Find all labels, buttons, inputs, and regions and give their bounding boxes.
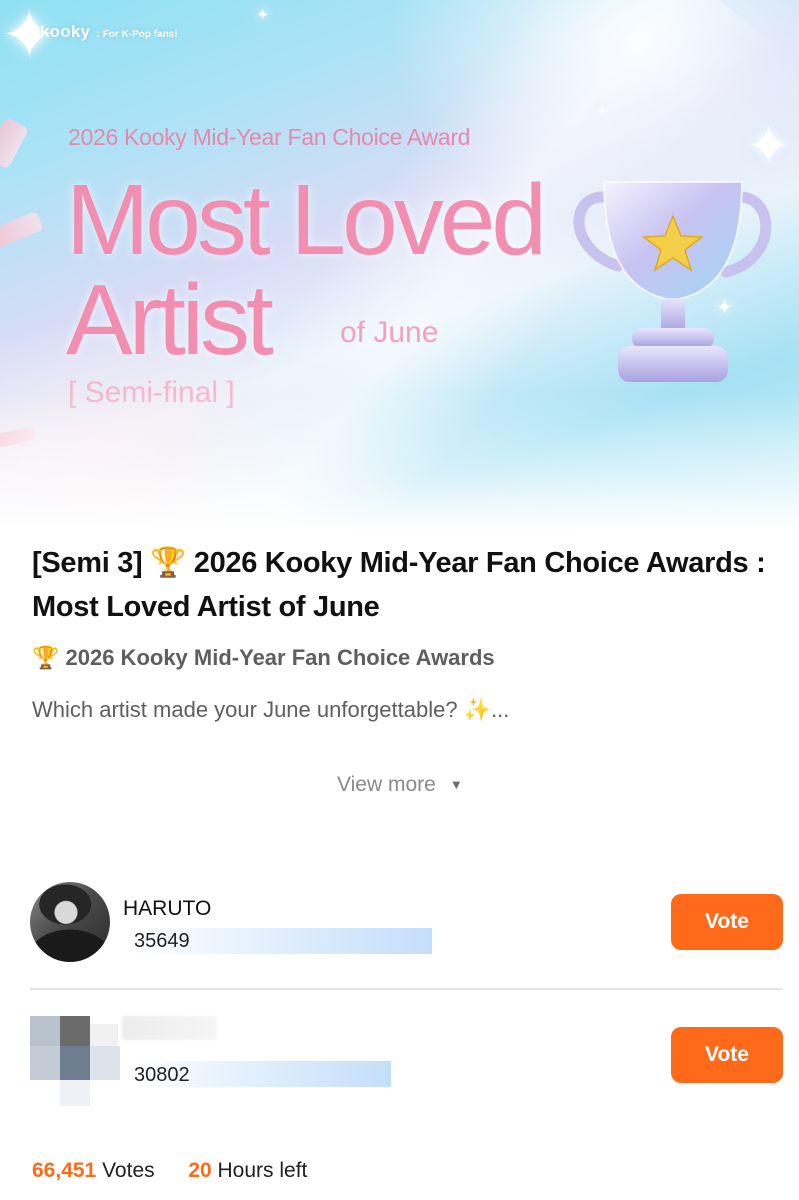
candidate-name (122, 1016, 217, 1040)
confetti-ribbon (0, 210, 44, 250)
trophy-stem (661, 298, 685, 332)
post-title: [Semi 3] 🏆 2026 Kooky Mid-Year Fan Choic… (32, 547, 766, 623)
candidate-row: HARUTO 35649 Vote (30, 878, 785, 978)
brand-tagline: : For K-Pop fans! (96, 29, 178, 40)
sparkle-icon: ✦ (745, 114, 792, 177)
sparkle-icon: ✦ (256, 7, 270, 24)
brand-header: kooky : For K-Pop fans! (40, 22, 178, 42)
caret-down-icon: ▼ (449, 777, 463, 792)
event-banner: ✦ ✦ ✦ ✦ ✦ kooky : For K-Pop fans! 2026 K… (0, 0, 799, 532)
candidate-row: 30802 Vote (30, 1012, 785, 1112)
vote-button[interactable]: Vote (671, 894, 783, 950)
banner-headline-suffix: of June (340, 316, 439, 349)
banner-stage-label: [ Semi-final ] (68, 376, 235, 409)
candidate-divider (30, 988, 782, 990)
time-left: 20 (188, 1159, 212, 1182)
brand-logo: kooky (40, 22, 91, 41)
time-left-label: Hours left (217, 1159, 308, 1182)
sparkle-icon: ✦ (596, 103, 608, 119)
event-name: 🏆 2026 Kooky Mid-Year Fan Choice Awards (32, 645, 495, 670)
candidate-name: HARUTO (123, 897, 212, 920)
banner-event-subtitle: 2026 Kooky Mid-Year Fan Choice Award (68, 124, 471, 150)
vote-button[interactable]: Vote (671, 1027, 783, 1083)
view-more-label: View more (337, 773, 436, 796)
confetti-ribbon (0, 116, 30, 170)
banner-headline-line1: Most Loved (66, 164, 547, 276)
view-more-button[interactable]: View more ▼ (337, 773, 463, 797)
total-votes: 66,451 (32, 1159, 97, 1182)
trophy-base (618, 346, 728, 382)
candidate-vote-count: 35649 (134, 930, 190, 952)
trophy-icon (573, 181, 772, 382)
candidate-avatar (30, 882, 110, 962)
post-description: Which artist made your June unforgettabl… (32, 697, 510, 722)
confetti-ribbon (0, 425, 38, 449)
banner-headline-line2: Artist (66, 264, 274, 376)
poll-stats: 66,451 Votes 20 Hours left (32, 1159, 307, 1183)
candidate-vote-count: 30802 (134, 1064, 190, 1086)
candidate-avatar-blurred (30, 1016, 125, 1106)
votes-label: Votes (102, 1159, 155, 1182)
trophy-base-top (632, 328, 714, 348)
